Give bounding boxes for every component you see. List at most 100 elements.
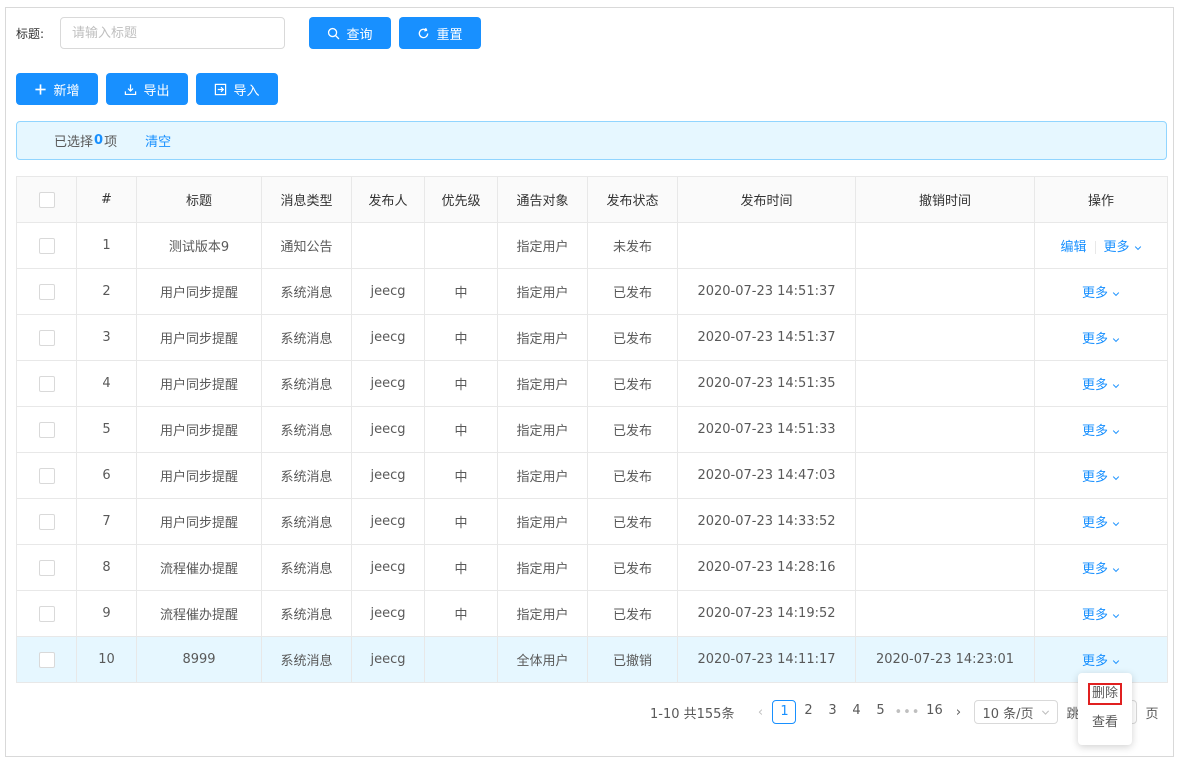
import-label: 导入 (233, 83, 260, 99)
page-3[interactable]: 3 (820, 700, 844, 724)
table-row[interactable]: 4 用户同步提醒 系统消息 jeecg 中指定用户 已发布 2020-07-23 14:51… (16, 360, 1168, 407)
delete-label: 删除 (1087, 683, 1122, 705)
row-send-time: 2020-07-23 14:47:03 (677, 452, 856, 499)
row-priority: 中 (424, 314, 498, 361)
row-send-time: 2020-07-23 14:51:35 (677, 360, 856, 407)
reset-button[interactable]: 重置 (399, 17, 481, 49)
row-send-time (677, 222, 856, 269)
row-select-cell[interactable] (16, 406, 77, 453)
row-checkbox[interactable] (38, 283, 55, 300)
more-link[interactable]: 更多 (1082, 516, 1120, 531)
selection-prefix: 已选择 (54, 135, 94, 150)
query-button[interactable]: 查询 (309, 17, 391, 49)
more-link[interactable]: 更多 (1082, 424, 1120, 439)
row-actions: 更多 (1034, 314, 1168, 361)
more-label: 更多 (1081, 516, 1108, 531)
row-checkbox[interactable] (38, 605, 55, 622)
clear-selection-link[interactable]: 清空 (145, 131, 171, 150)
header-target: 通告对象 (497, 176, 588, 223)
row-sender: jeecg (351, 360, 425, 407)
row-select-cell[interactable] (16, 452, 77, 499)
row-checkbox[interactable] (38, 559, 55, 576)
table-row[interactable]: 9 流程催办提醒 系统消息 jeecg 中指定用户 已发布 2020-07-23 14:19… (16, 590, 1168, 637)
chevron-down-icon (1134, 245, 1141, 250)
row-target: 指定用户 (497, 222, 588, 269)
prev-page-icon[interactable]: ‹ (748, 700, 772, 724)
row-sender: jeecg (351, 544, 425, 591)
add-label: 新增 (53, 83, 80, 99)
row-checkbox[interactable] (38, 375, 55, 392)
table-row[interactable]: 6 用户同步提醒 系统消息 jeecg 中指定用户 已发布 2020-07-23 14:47… (16, 452, 1168, 499)
add-button[interactable]: 新增 (16, 73, 98, 105)
next-page-icon[interactable]: › (946, 700, 970, 724)
table-row[interactable]: 8 流程催办提醒 系统消息 jeecg 中指定用户 已发布 2020-07-23 14:28… (16, 544, 1168, 591)
row-status: 已发布 (587, 360, 678, 407)
view-menu-item[interactable]: 查看 (1078, 707, 1132, 733)
row-status: 已发布 (587, 452, 678, 499)
more-link[interactable]: 更多 (1104, 240, 1142, 255)
import-button[interactable]: 导入 (196, 73, 278, 105)
page-last[interactable]: 16 (922, 700, 946, 724)
row-target: 指定用户 (497, 360, 588, 407)
row-status: 已发布 (587, 590, 678, 637)
view-label: 查看 (1091, 714, 1118, 730)
row-cancel-time (855, 268, 1035, 315)
header-index: # (76, 176, 137, 223)
table-row[interactable]: 1 测试版本9 通知公告 指定用户 未发布 编辑 更多 (16, 222, 1168, 269)
row-target: 指定用户 (497, 268, 588, 315)
row-actions: 更多 (1034, 544, 1168, 591)
table-row[interactable]: 3 用户同步提醒 系统消息 jeecg 中指定用户 已发布 2020-07-23 14:51… (16, 314, 1168, 361)
select-all-checkbox[interactable] (38, 191, 55, 208)
plus-icon (35, 83, 47, 95)
table-row[interactable]: 10 8999 系统消息 jeecg 全体用户 已撤销 2020-07-23 14:11:1… (16, 636, 1168, 683)
page-5[interactable]: 5 (868, 700, 892, 724)
more-link[interactable]: 更多 (1082, 654, 1120, 669)
row-index: 6 (76, 452, 137, 499)
page-size-select[interactable]: 10 条/页 (974, 700, 1059, 724)
row-type: 系统消息 (261, 452, 352, 499)
page-1[interactable]: 1 (772, 700, 797, 724)
row-checkbox[interactable] (38, 237, 55, 254)
row-select-cell[interactable] (16, 222, 77, 269)
edit-link[interactable]: 编辑 (1060, 240, 1086, 255)
row-select-cell[interactable] (16, 268, 77, 315)
row-cancel-time (855, 452, 1035, 499)
table-row[interactable]: 5 用户同步提醒 系统消息 jeecg 中指定用户 已发布 2020-07-23 14:51… (16, 406, 1168, 453)
row-priority: 中 (424, 406, 498, 453)
page-ellipsis[interactable]: ••• (892, 705, 922, 720)
export-button[interactable]: 导出 (106, 73, 188, 105)
row-select-cell[interactable] (16, 636, 77, 683)
row-checkbox[interactable] (38, 421, 55, 438)
table-row[interactable]: 7 用户同步提醒 系统消息 jeecg 中指定用户 已发布 2020-07-23 14:33… (16, 498, 1168, 545)
row-target: 指定用户 (497, 314, 588, 361)
page-4[interactable]: 4 (844, 700, 868, 724)
row-checkbox[interactable] (38, 513, 55, 530)
delete-menu-item[interactable]: 删除 (1078, 681, 1132, 707)
more-link[interactable]: 更多 (1082, 470, 1120, 485)
row-type: 系统消息 (261, 636, 352, 683)
row-index: 7 (76, 498, 137, 545)
page-2[interactable]: 2 (796, 700, 820, 724)
row-cancel-time (855, 222, 1035, 269)
row-select-cell[interactable] (16, 498, 77, 545)
chevron-down-icon (1112, 429, 1120, 434)
more-link[interactable]: 更多 (1082, 562, 1120, 577)
row-select-cell[interactable] (16, 314, 77, 361)
more-link[interactable]: 更多 (1082, 332, 1120, 347)
row-status: 已发布 (587, 498, 678, 545)
row-select-cell[interactable] (16, 544, 77, 591)
row-checkbox[interactable] (38, 329, 55, 346)
row-select-cell[interactable] (16, 590, 77, 637)
more-link[interactable]: 更多 (1082, 608, 1120, 623)
row-checkbox[interactable] (38, 467, 55, 484)
header-select-all[interactable] (16, 176, 77, 223)
more-link[interactable]: 更多 (1082, 378, 1120, 393)
table-row[interactable]: 2 用户同步提醒 系统消息 jeecg 中指定用户 已发布 2020-07-23 14:51… (16, 268, 1168, 315)
more-link[interactable]: 更多 (1082, 286, 1120, 301)
row-title: 用户同步提醒 (136, 360, 262, 407)
row-select-cell[interactable] (16, 360, 77, 407)
title-search-input[interactable] (60, 17, 285, 49)
row-actions: 更多 (1034, 498, 1168, 545)
row-checkbox[interactable] (38, 651, 55, 668)
row-send-time: 2020-07-23 14:51:37 (677, 268, 856, 315)
